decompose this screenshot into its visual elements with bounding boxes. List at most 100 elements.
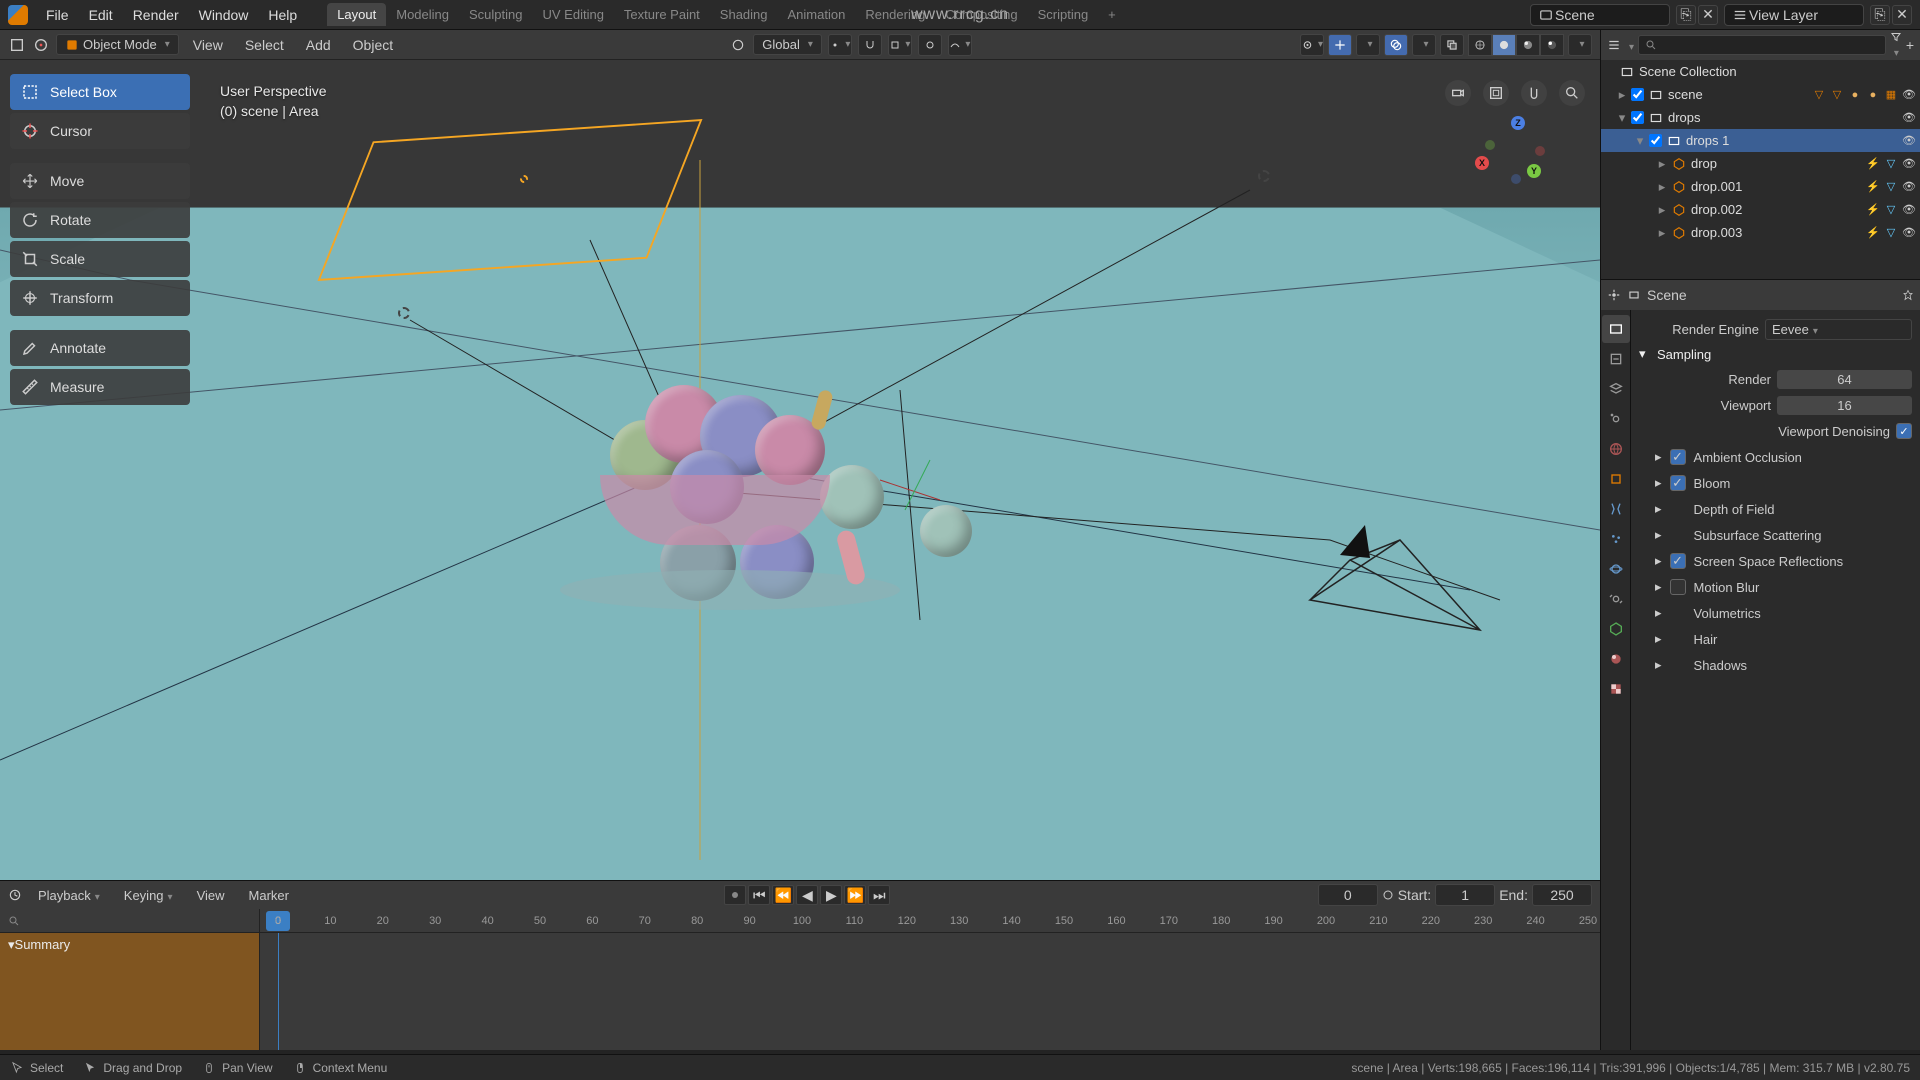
tool-scale[interactable]: Scale <box>10 241 190 277</box>
nav-camera-icon[interactable] <box>1445 80 1471 106</box>
mode-dropdown[interactable]: Object Mode <box>56 34 179 55</box>
menu-edit[interactable]: Edit <box>79 7 123 23</box>
view-layer-selector[interactable]: View Layer <box>1724 4 1864 26</box>
outliner-drop003[interactable]: ▸ drop.003 ⚡▽👁 <box>1601 221 1920 244</box>
end-frame[interactable]: 250 <box>1532 884 1592 906</box>
snap-toggle[interactable] <box>858 34 882 56</box>
eye-icon[interactable]: 👁 <box>1902 180 1916 194</box>
section-motion-blur[interactable]: ▸Motion Blur <box>1639 574 1912 600</box>
shading-options[interactable] <box>1568 34 1592 56</box>
overlays-toggle[interactable] <box>1384 34 1408 56</box>
viewport-denoising-checkbox[interactable]: ✓ <box>1896 423 1912 439</box>
ws-uv[interactable]: UV Editing <box>533 3 614 26</box>
tl-view[interactable]: View <box>189 888 233 903</box>
scene-selector[interactable]: Scene <box>1530 4 1670 26</box>
tool-measure[interactable]: Measure <box>10 369 190 405</box>
tool-transform[interactable]: Transform <box>10 280 190 316</box>
nav-persp-icon[interactable] <box>1483 80 1509 106</box>
section-volumetrics[interactable]: ▸Volumetrics <box>1639 600 1912 626</box>
pivot-dropdown[interactable] <box>828 34 852 56</box>
jump-end-button[interactable]: ⏭ <box>868 885 890 905</box>
section-dof[interactable]: ▸Depth of Field <box>1639 496 1912 522</box>
ws-add[interactable]: + <box>1098 3 1126 26</box>
tab-data[interactable] <box>1602 615 1630 643</box>
xray-toggle[interactable] <box>1440 34 1464 56</box>
tl-keying[interactable]: Keying <box>116 888 181 903</box>
outliner-scene-collection[interactable]: Scene Collection <box>1601 60 1920 83</box>
vp-menu-object[interactable]: Object <box>345 37 401 53</box>
outliner-scene[interactable]: ▸ scene ▽▽ ●● ▦ 👁 <box>1601 83 1920 106</box>
ws-texpaint[interactable]: Texture Paint <box>614 3 710 26</box>
area-light-outline[interactable] <box>318 119 703 281</box>
overlays-dropdown[interactable] <box>1412 34 1436 56</box>
ssr-checkbox[interactable]: ✓ <box>1670 553 1686 569</box>
ws-sculpting[interactable]: Sculpting <box>459 3 532 26</box>
collection-enable[interactable] <box>1649 134 1662 147</box>
point-light-2[interactable] <box>398 307 410 319</box>
keyframe-next-button[interactable]: ⏩ <box>844 885 866 905</box>
collection-enable[interactable] <box>1631 88 1644 101</box>
eye-icon[interactable]: 👁 <box>1902 88 1916 102</box>
snap-type-dropdown[interactable] <box>888 34 912 56</box>
tool-cursor[interactable]: Cursor <box>10 113 190 149</box>
tab-particles[interactable] <box>1602 525 1630 553</box>
tab-object[interactable] <box>1602 465 1630 493</box>
view-layer-delete-button[interactable]: ✕ <box>1892 5 1912 25</box>
tab-scene[interactable] <box>1602 405 1630 433</box>
outliner-drop002[interactable]: ▸ drop.002 ⚡▽👁 <box>1601 198 1920 221</box>
outliner-filter[interactable] <box>1890 31 1902 59</box>
menu-file[interactable]: File <box>36 7 79 23</box>
section-ao[interactable]: ▸✓Ambient Occlusion <box>1639 444 1912 470</box>
tl-playback[interactable]: Playback <box>30 888 108 903</box>
auto-key-toggle[interactable] <box>724 885 746 905</box>
outliner-drops1[interactable]: ▾ drops 1 👁 <box>1601 129 1920 152</box>
tab-view-layer[interactable] <box>1602 375 1630 403</box>
gizmo-toggle[interactable] <box>1328 34 1352 56</box>
start-frame[interactable]: 1 <box>1435 884 1495 906</box>
tool-rotate[interactable]: Rotate <box>10 202 190 238</box>
collection-enable[interactable] <box>1631 111 1644 124</box>
outliner-editor-icon[interactable] <box>1607 38 1621 52</box>
section-sampling[interactable]: ▾Sampling <box>1639 342 1912 366</box>
render-engine-dropdown[interactable]: Eevee <box>1765 319 1912 340</box>
shading-lookdev[interactable] <box>1516 34 1540 56</box>
eye-icon[interactable]: 👁 <box>1902 111 1916 125</box>
camera-object[interactable] <box>1300 510 1520 650</box>
outliner-drop001[interactable]: ▸ drop.001 ⚡▽👁 <box>1601 175 1920 198</box>
tab-texture[interactable] <box>1602 675 1630 703</box>
tab-modifiers[interactable] <box>1602 495 1630 523</box>
object-visibility-dropdown[interactable] <box>1300 34 1324 56</box>
outliner-display-mode[interactable] <box>1625 37 1634 53</box>
current-frame[interactable]: 0 <box>1318 884 1378 906</box>
play-reverse-button[interactable]: ◀ <box>796 885 818 905</box>
outliner-drops[interactable]: ▾ drops 👁 <box>1601 106 1920 129</box>
area-light-origin[interactable] <box>520 175 528 183</box>
vp-menu-select[interactable]: Select <box>237 37 292 53</box>
view-layer-new-button[interactable]: ⎘ <box>1870 5 1890 25</box>
nav-pan-icon[interactable] <box>1521 80 1547 106</box>
proportional-toggle[interactable] <box>918 34 942 56</box>
tl-marker[interactable]: Marker <box>241 888 297 903</box>
clock-icon[interactable] <box>1382 889 1394 901</box>
outliner-drop[interactable]: ▸ drop ⚡▽👁 <box>1601 152 1920 175</box>
tab-material[interactable] <box>1602 645 1630 673</box>
ws-layout[interactable]: Layout <box>327 3 386 26</box>
timeline-editor-icon[interactable] <box>8 888 22 902</box>
menu-help[interactable]: Help <box>258 7 307 23</box>
axis-gizmo[interactable]: Z X Y <box>1475 116 1555 196</box>
section-ssr[interactable]: ▸✓Screen Space Reflections <box>1639 548 1912 574</box>
eye-icon[interactable]: 👁 <box>1902 226 1916 240</box>
timeline-ruler[interactable]: 0 01020304050607080901001101201301401501… <box>0 909 1600 933</box>
eye-icon[interactable]: 👁 <box>1902 134 1916 148</box>
tab-physics[interactable] <box>1602 555 1630 583</box>
viewport-samples-field[interactable]: 16 <box>1777 396 1912 415</box>
section-hair[interactable]: ▸Hair <box>1639 626 1912 652</box>
section-bloom[interactable]: ▸✓Bloom <box>1639 470 1912 496</box>
render-samples-field[interactable]: 64 <box>1777 370 1912 389</box>
tab-constraints[interactable] <box>1602 585 1630 613</box>
scene-new-button[interactable]: ⎘ <box>1676 5 1696 25</box>
eye-icon[interactable]: 👁 <box>1902 203 1916 217</box>
viewport-3d[interactable]: User Perspective (0) scene | Area Select… <box>0 60 1600 880</box>
shading-solid[interactable] <box>1492 34 1516 56</box>
tool-annotate[interactable]: Annotate <box>10 330 190 366</box>
